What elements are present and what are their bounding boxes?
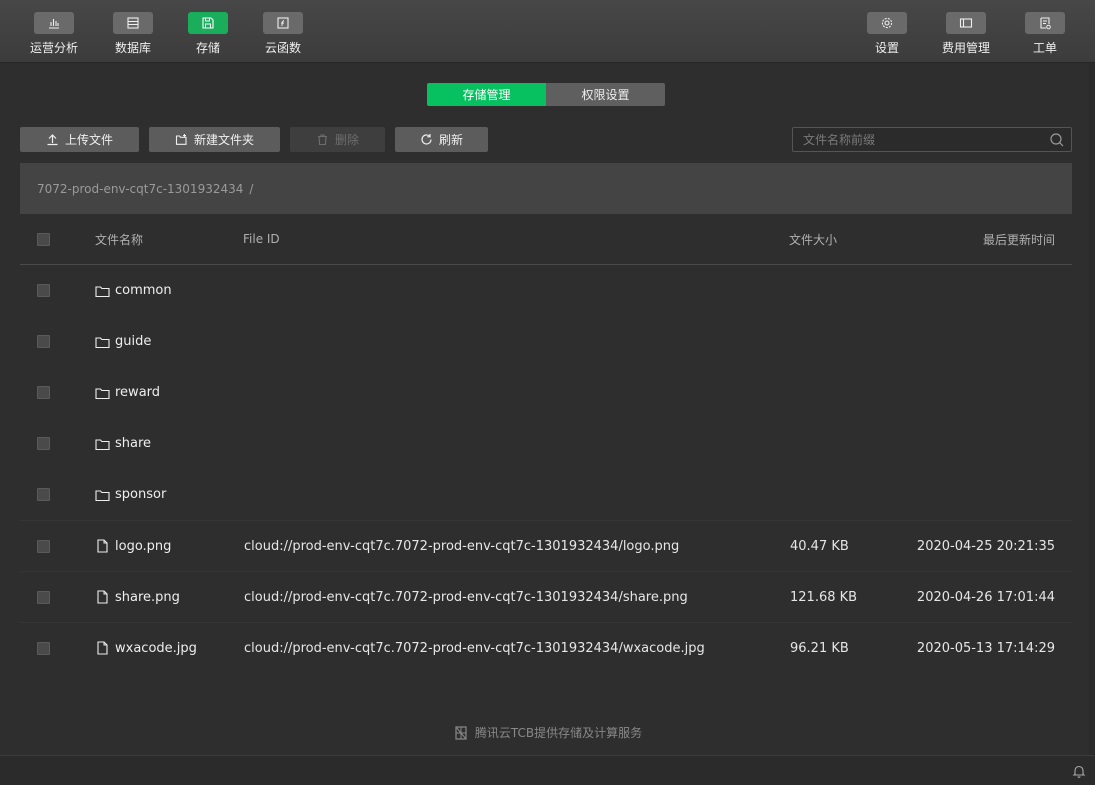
- search-input[interactable]: [793, 132, 1049, 147]
- tab-permission-settings[interactable]: 权限设置: [546, 83, 665, 106]
- delete-label: 删除: [334, 133, 359, 147]
- notification-bell-icon[interactable]: [1072, 764, 1086, 778]
- row-updated: 2020-05-13 17:14:29: [916, 640, 1055, 656]
- table-header: 文件名称 File ID 文件大小 最后更新时间: [20, 214, 1072, 265]
- toolbar-analytics[interactable]: 运营分析: [30, 12, 78, 56]
- toolbar-ticket[interactable]: 工单: [1025, 12, 1065, 56]
- row-name[interactable]: share: [115, 436, 151, 451]
- toolbar-label: 设置: [874, 41, 899, 55]
- table-row[interactable]: guide: [20, 316, 1072, 367]
- folder-icon: [95, 285, 110, 297]
- tcb-logo-icon: [455, 725, 467, 740]
- ticket-icon: [1025, 12, 1065, 34]
- row-name[interactable]: sponsor: [115, 487, 166, 502]
- toolbar-label: 数据库: [114, 41, 151, 55]
- toolbar-storage[interactable]: 存储: [188, 12, 228, 56]
- row-file-id: cloud://prod-env-cqt7c.7072-prod-env-cqt…: [244, 640, 705, 656]
- row-name[interactable]: common: [115, 283, 172, 298]
- storage-tabs: 存储管理 权限设置: [427, 83, 665, 106]
- column-header-file-id: File ID: [243, 232, 280, 246]
- upload-file-label: 上传文件: [64, 133, 113, 147]
- new-folder-button[interactable]: 新建文件夹: [149, 127, 280, 152]
- column-header-size: 文件大小: [789, 232, 838, 247]
- search-box: [792, 127, 1072, 152]
- row-size: 96.21 KB: [790, 640, 849, 656]
- table-row[interactable]: share: [20, 418, 1072, 469]
- cloud-function-icon: [263, 12, 303, 34]
- toolbar-label: 存储: [195, 41, 220, 55]
- toolbar-database[interactable]: 数据库: [113, 12, 153, 56]
- refresh-icon: [421, 134, 432, 145]
- file-icon: [97, 641, 108, 655]
- row-name[interactable]: logo.png: [115, 539, 171, 554]
- breadcrumb: 7072-prod-env-cqt7c-1301932434 /: [20, 163, 1072, 214]
- breadcrumb-separator: /: [249, 181, 254, 196]
- status-bar: [0, 755, 1095, 785]
- column-header-name: 文件名称: [95, 232, 144, 247]
- toolbar-billing[interactable]: 费用管理: [942, 12, 990, 56]
- breadcrumb-root[interactable]: 7072-prod-env-cqt7c-1301932434: [37, 182, 243, 196]
- folder-icon: [95, 438, 110, 450]
- new-folder-label: 新建文件夹: [193, 133, 254, 147]
- row-file-id: cloud://prod-env-cqt7c.7072-prod-env-cqt…: [244, 538, 680, 554]
- row-updated: 2020-04-25 20:21:35: [916, 538, 1055, 554]
- toolbar-cloud-function[interactable]: 云函数: [263, 12, 303, 56]
- select-all-checkbox[interactable]: [37, 232, 50, 246]
- tab-storage-management[interactable]: 存储管理: [427, 83, 546, 106]
- bar-chart-icon: [34, 12, 74, 34]
- billing-icon: [946, 12, 986, 34]
- powered-by-footer: 腾讯云TCB提供存储及计算服务: [0, 724, 1095, 741]
- vertical-scrollbar[interactable]: [1089, 63, 1095, 755]
- row-file-id: cloud://prod-env-cqt7c.7072-prod-env-cqt…: [244, 589, 688, 605]
- row-checkbox[interactable]: [37, 437, 50, 450]
- row-updated: 2020-04-26 17:01:44: [916, 589, 1055, 605]
- table-row[interactable]: share.png cloud://prod-env-cqt7c.7072-pr…: [20, 571, 1072, 622]
- table-row[interactable]: common: [20, 265, 1072, 316]
- toolbar-settings[interactable]: 设置: [867, 12, 907, 56]
- top-toolbar: 运营分析 数据库 存储 云函数 设置 费用管理 工单: [0, 0, 1095, 63]
- refresh-label: 刷新: [438, 133, 463, 147]
- row-name[interactable]: reward: [115, 385, 160, 400]
- row-size: 40.47 KB: [790, 538, 849, 554]
- upload-file-button[interactable]: 上传文件: [20, 127, 139, 152]
- row-name[interactable]: share.png: [115, 590, 180, 605]
- folder-icon: [95, 387, 110, 399]
- refresh-button[interactable]: 刷新: [395, 127, 488, 152]
- table-row[interactable]: reward: [20, 367, 1072, 418]
- gear-icon: [867, 12, 907, 34]
- toolbar-label: 运营分析: [30, 41, 79, 55]
- row-checkbox[interactable]: [37, 284, 50, 297]
- row-checkbox[interactable]: [37, 539, 50, 553]
- file-icon: [97, 590, 108, 604]
- row-checkbox[interactable]: [37, 386, 50, 399]
- toolbar-label: 工单: [1032, 41, 1057, 55]
- row-size: 121.68 KB: [790, 589, 858, 605]
- folder-icon: [95, 336, 110, 348]
- trash-icon: [317, 134, 327, 146]
- storage-icon: [188, 12, 228, 34]
- new-folder-icon: [175, 134, 187, 145]
- row-name[interactable]: guide: [115, 334, 151, 349]
- row-name[interactable]: wxacode.jpg: [115, 641, 197, 656]
- file-icon: [97, 539, 108, 553]
- delete-button[interactable]: 删除: [290, 127, 385, 152]
- toolbar-label: 云函数: [264, 41, 301, 55]
- powered-by-text: 腾讯云TCB提供存储及计算服务: [474, 726, 643, 740]
- row-checkbox[interactable]: [37, 641, 50, 655]
- folder-icon: [95, 489, 110, 501]
- table-row[interactable]: wxacode.jpg cloud://prod-env-cqt7c.7072-…: [20, 622, 1072, 673]
- row-checkbox[interactable]: [37, 335, 50, 348]
- search-icon[interactable]: [1049, 132, 1065, 148]
- database-icon: [113, 12, 153, 34]
- table-row[interactable]: logo.png cloud://prod-env-cqt7c.7072-pro…: [20, 520, 1072, 571]
- table-row[interactable]: sponsor: [20, 469, 1072, 520]
- toolbar-label: 费用管理: [942, 41, 991, 55]
- row-checkbox[interactable]: [37, 590, 50, 604]
- upload-icon: [47, 134, 58, 146]
- column-header-updated: 最后更新时间: [982, 232, 1055, 247]
- row-checkbox[interactable]: [37, 488, 50, 501]
